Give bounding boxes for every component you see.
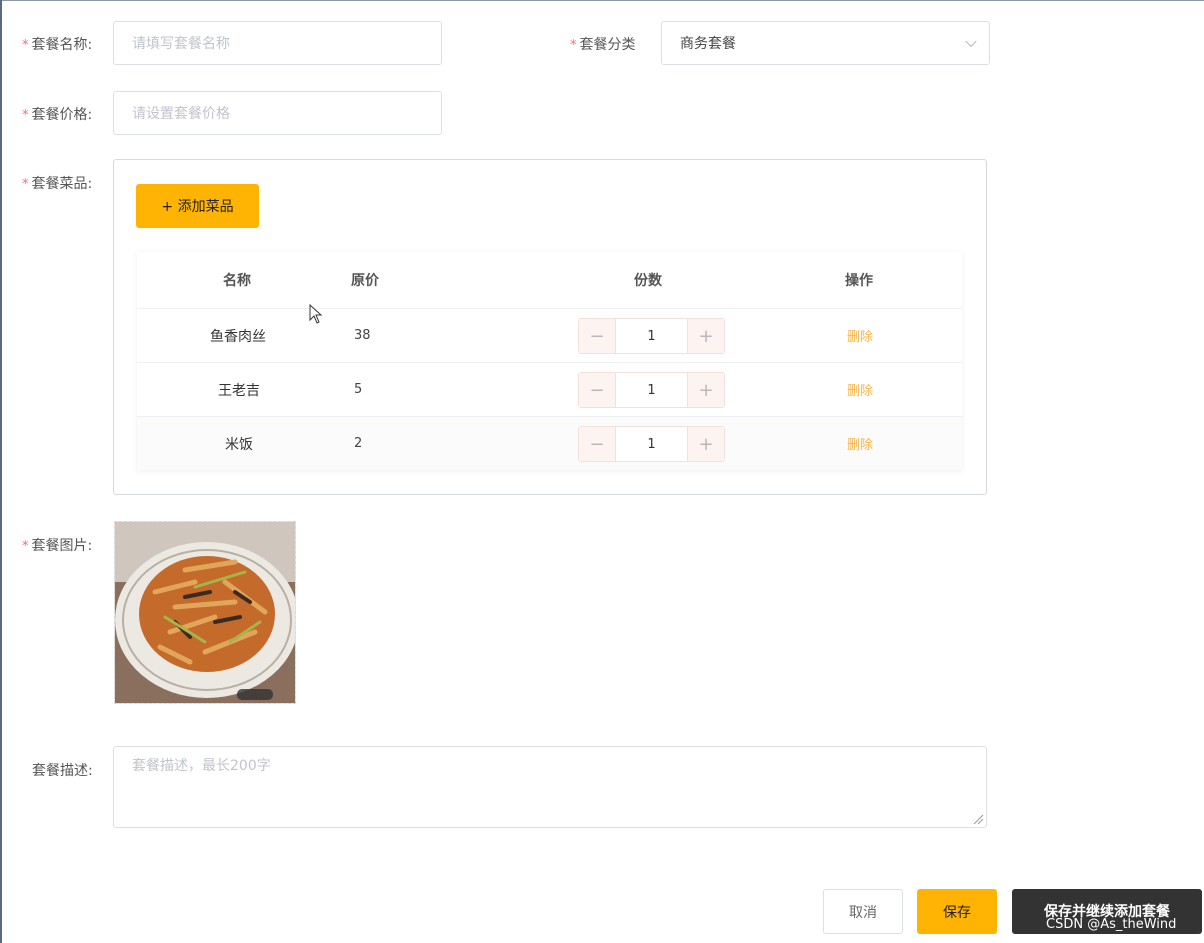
cancel-button[interactable]: 取消 xyxy=(823,889,903,934)
name-input[interactable]: 请填写套餐名称 xyxy=(113,21,442,65)
minus-icon[interactable]: − xyxy=(579,319,615,353)
plus-icon[interactable]: + xyxy=(688,373,724,407)
dishes-label: * 套餐菜品: xyxy=(22,176,93,192)
dish-price: 2 xyxy=(354,436,363,451)
add-dish-button[interactable]: + 添加菜品 xyxy=(136,184,259,228)
table-row: 王老吉 5 − 1 + 删除 xyxy=(137,362,962,416)
category-select[interactable]: 商务套餐 xyxy=(661,21,990,65)
plus-icon[interactable]: + xyxy=(688,319,724,353)
mouse-cursor-icon xyxy=(309,304,323,324)
required-mark: * xyxy=(22,177,29,192)
required-mark: * xyxy=(570,38,577,53)
quantity-stepper[interactable]: − 1 + xyxy=(578,318,725,354)
delete-link[interactable]: 删除 xyxy=(847,309,873,362)
resize-grip-icon[interactable] xyxy=(972,813,984,825)
dishes-table: 名称 原价 份数 操作 鱼香肉丝 38 − 1 + 删除 王老吉 5 − 1 +… xyxy=(137,252,962,470)
column-header-name: 名称 xyxy=(223,273,251,289)
required-mark: * xyxy=(22,108,29,123)
delete-link[interactable]: 删除 xyxy=(847,363,873,416)
description-label: 套餐描述: xyxy=(32,763,93,779)
minus-icon[interactable]: − xyxy=(579,427,615,461)
quantity-stepper[interactable]: − 1 + xyxy=(578,372,725,408)
quantity-stepper[interactable]: − 1 + xyxy=(578,426,725,462)
quantity-value[interactable]: 1 xyxy=(615,427,688,461)
quantity-value[interactable]: 1 xyxy=(615,373,688,407)
quantity-value[interactable]: 1 xyxy=(615,319,688,353)
price-input[interactable]: 请设置套餐价格 xyxy=(113,91,442,135)
dish-name: 鱼香肉丝 xyxy=(210,328,266,345)
name-label: * 套餐名称: xyxy=(22,37,93,53)
dish-name: 米饭 xyxy=(225,436,253,453)
dish-price: 38 xyxy=(354,328,371,343)
required-mark: * xyxy=(22,38,29,53)
description-placeholder: 套餐描述，最长200字 xyxy=(132,758,271,774)
required-mark: * xyxy=(22,539,29,554)
dish-price: 5 xyxy=(354,382,363,397)
image-label: * 套餐图片: xyxy=(22,538,93,554)
plus-icon[interactable]: + xyxy=(688,427,724,461)
window-left-border xyxy=(0,0,2,943)
table-row: 米饭 2 − 1 + 删除 xyxy=(137,416,962,470)
table-row: 鱼香肉丝 38 − 1 + 删除 xyxy=(137,308,962,362)
minus-icon[interactable]: − xyxy=(579,373,615,407)
column-header-action: 操作 xyxy=(845,273,873,289)
chevron-down-icon xyxy=(965,35,977,48)
image-upload[interactable] xyxy=(114,521,296,704)
food-photo xyxy=(115,522,295,703)
name-placeholder: 请填写套餐名称 xyxy=(132,36,230,52)
dish-name: 王老吉 xyxy=(218,382,260,399)
delete-link[interactable]: 删除 xyxy=(847,417,873,470)
save-button[interactable]: 保存 xyxy=(917,889,997,934)
column-header-qty: 份数 xyxy=(634,273,662,289)
category-value: 商务套餐 xyxy=(680,36,736,52)
price-placeholder: 请设置套餐价格 xyxy=(132,106,230,122)
description-textarea[interactable]: 套餐描述，最长200字 xyxy=(113,746,987,828)
category-label: * 套餐分类 xyxy=(570,37,636,53)
column-header-price: 原价 xyxy=(351,273,379,289)
watermark: CSDN @As_theWind xyxy=(1046,917,1177,932)
window-top-border xyxy=(0,0,1204,1)
price-label: * 套餐价格: xyxy=(22,107,93,123)
